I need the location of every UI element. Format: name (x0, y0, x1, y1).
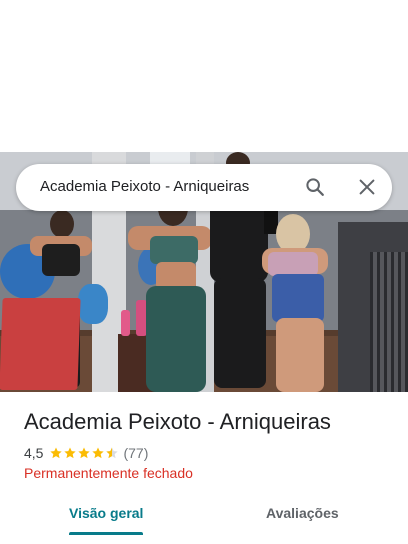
photo-person-top (268, 252, 318, 276)
review-count[interactable]: (77) (123, 445, 148, 461)
active-tab-indicator (69, 532, 143, 535)
place-title: Academia Peixoto - Arniqueiras (24, 409, 331, 434)
photo-person-head (50, 210, 74, 238)
photo-exercise-ball (78, 284, 108, 324)
search-bar[interactable]: Academia Peixoto - Arniqueiras (16, 164, 392, 211)
photo-bottle (121, 310, 130, 336)
rating-value: 4,5 (24, 445, 44, 461)
star-full-icon (50, 447, 63, 459)
photo-person-top (150, 236, 198, 264)
tab-overview[interactable]: Visão geral (69, 505, 143, 521)
photo-person-legs (276, 318, 324, 392)
close-icon[interactable] (356, 176, 378, 198)
photo-person-shorts (272, 274, 324, 322)
photo-weight-rack (370, 252, 408, 392)
tab-bar: Visão geral Avaliações (0, 500, 408, 544)
photo-person-top (42, 244, 80, 276)
star-full-icon (64, 447, 77, 459)
search-input[interactable]: Academia Peixoto - Arniqueiras (40, 178, 249, 195)
rating-row[interactable]: 4,5 (77) (24, 444, 148, 462)
star-full-icon (78, 447, 91, 459)
photo-red-mat (0, 298, 81, 390)
star-rating (49, 446, 119, 460)
photo-person-legs (146, 286, 206, 392)
star-half-icon (106, 447, 119, 459)
photo-person-legs (214, 278, 266, 388)
star-full-icon (92, 447, 105, 459)
search-icon[interactable] (304, 176, 326, 198)
status-badge: Permanentemente fechado (24, 465, 193, 481)
top-blank-area (0, 0, 408, 152)
tab-reviews[interactable]: Avaliações (266, 505, 339, 521)
